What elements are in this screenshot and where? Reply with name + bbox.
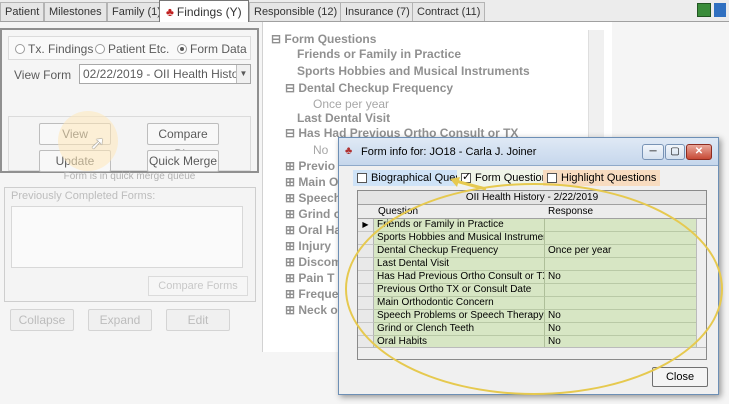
tree-item[interactable]: ⊞ Main O — [285, 175, 338, 189]
previous-forms-box: Previously Completed Forms: Compare Form… — [4, 187, 256, 302]
tree-item[interactable]: ⊞ Neck o — [285, 303, 338, 317]
tab-patient[interactable]: Patient — [0, 2, 45, 21]
radio-dot — [177, 44, 187, 54]
cursor-icon: ➚ — [90, 133, 106, 153]
col-question-header[interactable]: Question — [378, 206, 418, 217]
app-window: Patient Milestones Family (1) ♣ Findings … — [0, 0, 729, 404]
tree-item[interactable]: No — [313, 143, 328, 157]
tree-item[interactable]: ⊟ Dental Checkup Frequency — [285, 81, 453, 95]
compare-forms-button[interactable]: Compare Forms — [148, 276, 248, 296]
grid-vertical-scrollbar[interactable] — [696, 219, 706, 347]
edit-button[interactable]: Edit — [166, 309, 230, 331]
row-pointer-icon: ▶ — [358, 219, 374, 232]
maximize-button[interactable]: ▢ — [665, 144, 685, 160]
radio-form-data[interactable]: Form Data — [177, 42, 247, 56]
expand-button[interactable]: Expand — [88, 309, 152, 331]
checkbox — [547, 173, 557, 183]
tree-item[interactable]: ⊞ Pain T — [285, 271, 334, 285]
grid-header: Question Response — [358, 205, 706, 219]
previous-forms-label: Previously Completed Forms: — [11, 190, 156, 202]
grid-horizontal-scrollbar[interactable] — [358, 347, 706, 359]
compare-bio-button[interactable]: Compare Bio — [147, 123, 219, 161]
form-data-box: Tx. Findings Patient Etc. Form Data View… — [0, 28, 259, 173]
radio-dot — [15, 44, 25, 54]
minimize-button[interactable]: ─ — [642, 144, 664, 160]
questions-grid[interactable]: OII Health History - 2/22/2019 Question … — [357, 190, 707, 360]
table-row[interactable]: Last Dental Visit — [358, 258, 696, 271]
close-window-button[interactable]: ✕ — [686, 144, 712, 160]
col-response-header[interactable]: Response — [548, 206, 593, 217]
tree-item[interactable]: ⊞ Injury — [285, 239, 331, 253]
table-row[interactable]: Main Orthodontic Concern — [358, 297, 696, 310]
dialog-titlebar[interactable]: ♣ Form info for: JO18 - Carla J. Joiner … — [339, 138, 718, 166]
table-row[interactable]: ▶ Friends or Family in Practice — [358, 219, 696, 232]
tab-findings[interactable]: ♣ Findings (Y) — [159, 0, 249, 22]
checkbox — [461, 170, 471, 183]
form-info-dialog: ♣ Form info for: JO18 - Carla J. Joiner … — [338, 137, 719, 395]
tree-item[interactable]: ⊞ Grind o — [285, 207, 341, 221]
view-form-label: View Form — [14, 68, 72, 82]
view-form-select[interactable]: 02/22/2019 - OII Health History ▼ — [79, 64, 251, 84]
tree-item[interactable]: ⊞ Discom — [285, 255, 342, 269]
form-actions-box: View Compare Bio Update Quick Merge — [8, 116, 251, 172]
left-panel: Tx. Findings Patient Etc. Form Data View… — [0, 22, 262, 404]
close-button[interactable]: Close — [652, 367, 708, 387]
collapse-button[interactable]: Collapse — [10, 309, 74, 331]
table-row[interactable]: Previous Ortho TX or Consult Date — [358, 284, 696, 297]
checkbox — [357, 173, 367, 183]
tree-item[interactable]: ⊞ Previo — [285, 159, 335, 173]
tab-milestones[interactable]: Milestones — [44, 2, 107, 21]
radio-patient-etc[interactable]: Patient Etc. — [95, 42, 169, 56]
grid-caption: OII Health History - 2/22/2019 — [358, 191, 706, 205]
previous-forms-list[interactable] — [11, 206, 243, 268]
tab-contract[interactable]: Contract (11) — [412, 2, 486, 21]
tree-item[interactable]: Last Dental Visit — [297, 111, 390, 125]
quick-merge-button[interactable]: Quick Merge — [147, 150, 219, 172]
tree-item[interactable]: ⊟ Form Questions — [271, 32, 376, 46]
tree-item[interactable]: Once per year — [313, 97, 389, 111]
tab-bar: Patient Milestones Family (1) ♣ Findings … — [0, 0, 729, 22]
right-strip — [612, 22, 729, 142]
table-row[interactable]: Speech Problems or Speech Therapy No — [358, 310, 696, 323]
dialog-title: Form info for: JO18 - Carla J. Joiner — [361, 146, 537, 158]
click-highlight — [58, 111, 118, 171]
tree-item[interactable]: ⊞ Freque — [285, 287, 338, 301]
form-info-icon: ♣ — [345, 145, 353, 157]
table-row[interactable]: Dental Checkup Frequency Once per year — [358, 245, 696, 258]
radio-dot — [95, 44, 105, 54]
tab-family[interactable]: Family (1) — [107, 2, 166, 21]
view-mode-radios: Tx. Findings Patient Etc. Form Data — [8, 36, 251, 60]
tab-responsible[interactable]: Responsible (12) — [249, 2, 343, 21]
check-highlight[interactable]: Highlight Questions — [543, 170, 661, 186]
tree-item[interactable]: Friends or Family in Practice — [297, 47, 461, 61]
findings-icon: ♣ — [166, 5, 174, 19]
table-row[interactable]: Grind or Clench Teeth No — [358, 323, 696, 336]
queue-status: Form is in quick merge queue — [63, 171, 196, 182]
help-icon[interactable] — [714, 3, 726, 17]
tree-item[interactable]: Sports Hobbies and Musical Instruments — [297, 64, 530, 78]
tree-item[interactable]: ⊞ Oral Ha — [285, 223, 341, 237]
table-row[interactable]: Has Had Previous Ortho Consult or TX No — [358, 271, 696, 284]
chevron-down-icon[interactable]: ▼ — [236, 65, 250, 83]
tree-item[interactable]: ⊞ Speech — [285, 191, 341, 205]
tab-insurance[interactable]: Insurance (7) — [340, 2, 415, 21]
table-row[interactable]: Sports Hobbies and Musical Instruments — [358, 232, 696, 245]
excel-icon[interactable] — [697, 3, 711, 17]
radio-tx-findings[interactable]: Tx. Findings — [15, 42, 93, 56]
